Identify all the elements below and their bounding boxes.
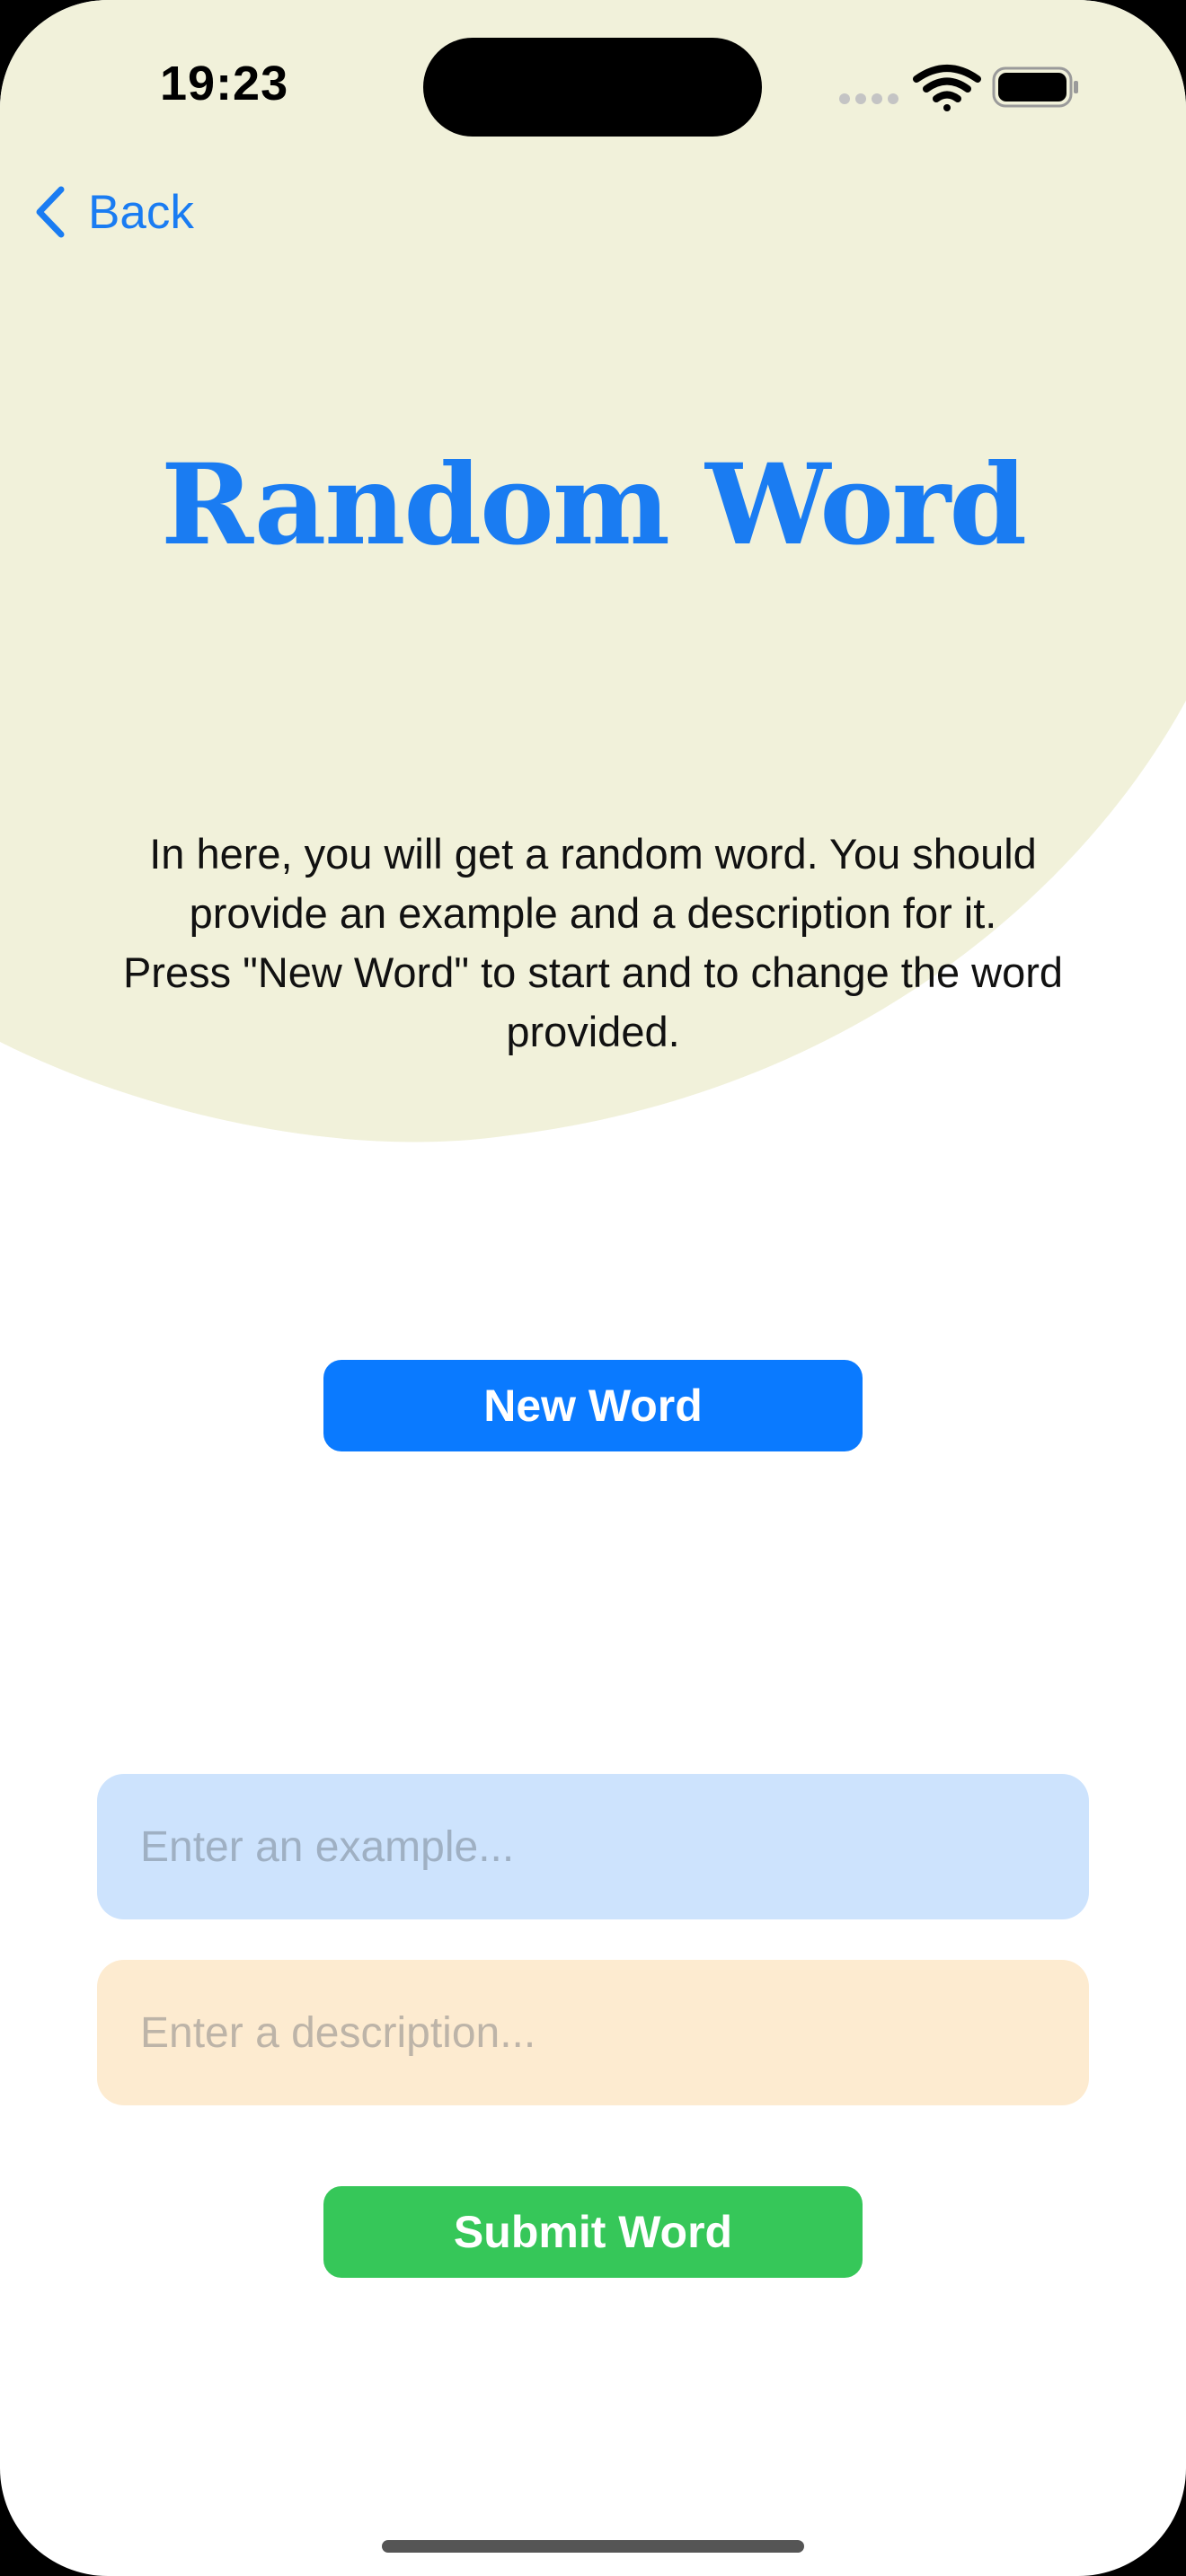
wifi-icon (913, 65, 981, 111)
page-description: In here, you will get a random word. You… (117, 825, 1069, 1062)
status-bar: 19:23 (0, 0, 1186, 171)
signal-icon (839, 93, 898, 104)
status-icons (839, 65, 1078, 111)
back-label: Back (88, 185, 194, 239)
description-line: In here, you will get a random word. You… (149, 830, 1037, 937)
app-screen: 19:23 Back Random Word In here, you will… (0, 0, 1186, 2576)
status-time: 19:23 (160, 57, 289, 110)
back-button[interactable]: Back (32, 176, 194, 248)
description-line: Press "New Word" to start and to change … (122, 948, 1064, 1055)
description-input[interactable] (97, 1960, 1089, 2105)
chevron-left-icon (36, 186, 65, 238)
example-input[interactable] (97, 1774, 1089, 1919)
page-title: Random Word (160, 440, 1027, 570)
home-indicator (382, 2540, 804, 2553)
battery-icon (992, 66, 1078, 108)
submit-word-button[interactable]: Submit Word (323, 2186, 863, 2278)
dynamic-island (423, 38, 762, 137)
new-word-button[interactable]: New Word (323, 1360, 863, 1451)
